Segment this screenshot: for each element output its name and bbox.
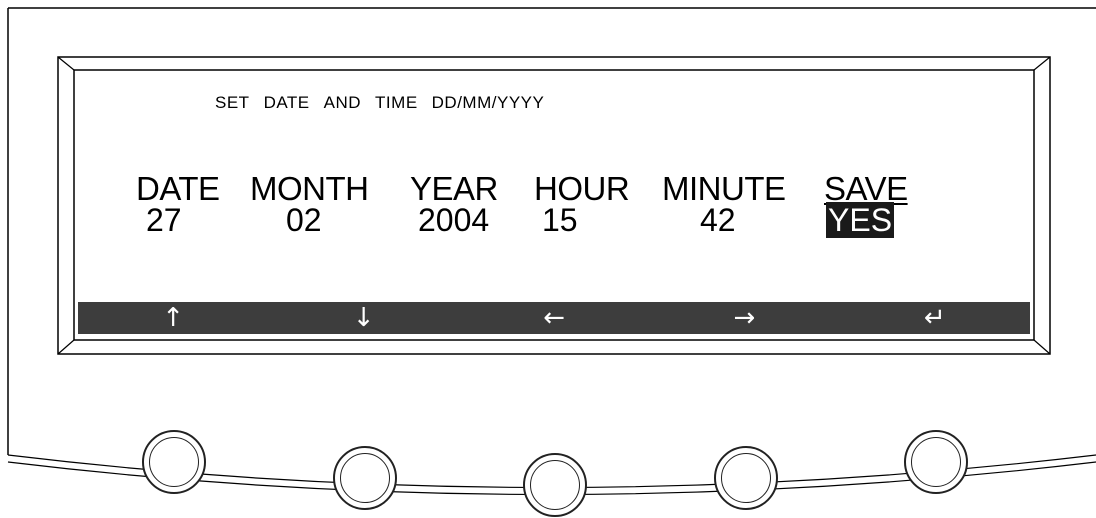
screen-title: SET DATE AND TIME DD/MM/YYYY bbox=[215, 93, 558, 113]
field-save[interactable]: SAVE YES bbox=[824, 170, 908, 238]
hardware-button-1[interactable] bbox=[142, 430, 206, 494]
field-label: YEAR bbox=[410, 170, 498, 207]
field-hour[interactable]: HOUR 15 bbox=[534, 170, 630, 238]
field-year[interactable]: YEAR 2004 bbox=[410, 170, 498, 238]
datetime-fields: DATE 27 MONTH 02 YEAR 2004 HOUR 15 MINUT… bbox=[78, 170, 1030, 253]
title-word: SET bbox=[215, 93, 250, 112]
field-minute[interactable]: MINUTE 42 bbox=[662, 170, 786, 238]
arrow-left-icon: ← bbox=[543, 303, 565, 333]
title-word: DATE bbox=[263, 93, 310, 112]
softkey-bar: ↑ ↓ ← → ↵ bbox=[78, 302, 1030, 334]
save-value-selected: YES bbox=[826, 202, 895, 238]
arrow-right-icon: → bbox=[733, 303, 756, 333]
field-value: 15 bbox=[542, 202, 578, 238]
field-month[interactable]: MONTH 02 bbox=[250, 170, 369, 238]
hardware-button-5[interactable] bbox=[904, 430, 968, 494]
control-panel: SET DATE AND TIME DD/MM/YYYY DATE 27 MONTH 0… bbox=[0, 0, 1096, 518]
field-label: SAVE bbox=[824, 170, 908, 207]
hardware-button-3[interactable] bbox=[523, 453, 587, 517]
field-label: MONTH bbox=[250, 170, 369, 207]
field-label: DATE bbox=[136, 170, 220, 207]
field-label: MINUTE bbox=[662, 170, 786, 207]
field-value: 2004 bbox=[418, 202, 490, 238]
title-word: AND bbox=[323, 93, 362, 112]
softkey-left[interactable]: ← bbox=[459, 302, 649, 334]
softkey-up[interactable]: ↑ bbox=[78, 302, 268, 334]
field-date[interactable]: DATE 27 bbox=[136, 170, 220, 238]
title-word: TIME bbox=[375, 93, 418, 112]
softkey-enter[interactable]: ↵ bbox=[840, 302, 1030, 334]
softkey-down[interactable]: ↓ bbox=[268, 302, 458, 334]
arrow-up-icon: ↑ bbox=[162, 303, 185, 333]
hardware-button-4[interactable] bbox=[714, 446, 778, 510]
field-value: 02 bbox=[286, 202, 322, 238]
field-value: 27 bbox=[146, 202, 182, 238]
enter-icon: ↵ bbox=[923, 303, 946, 333]
field-label: HOUR bbox=[534, 170, 630, 207]
softkey-right[interactable]: → bbox=[649, 302, 839, 334]
arrow-down-icon: ↓ bbox=[352, 303, 375, 333]
lcd-screen: SET DATE AND TIME DD/MM/YYYY DATE 27 MONTH 0… bbox=[78, 73, 1030, 337]
title-word: DD/MM/YYYY bbox=[431, 93, 545, 112]
field-value: 42 bbox=[700, 202, 736, 238]
hardware-button-2[interactable] bbox=[333, 446, 397, 510]
